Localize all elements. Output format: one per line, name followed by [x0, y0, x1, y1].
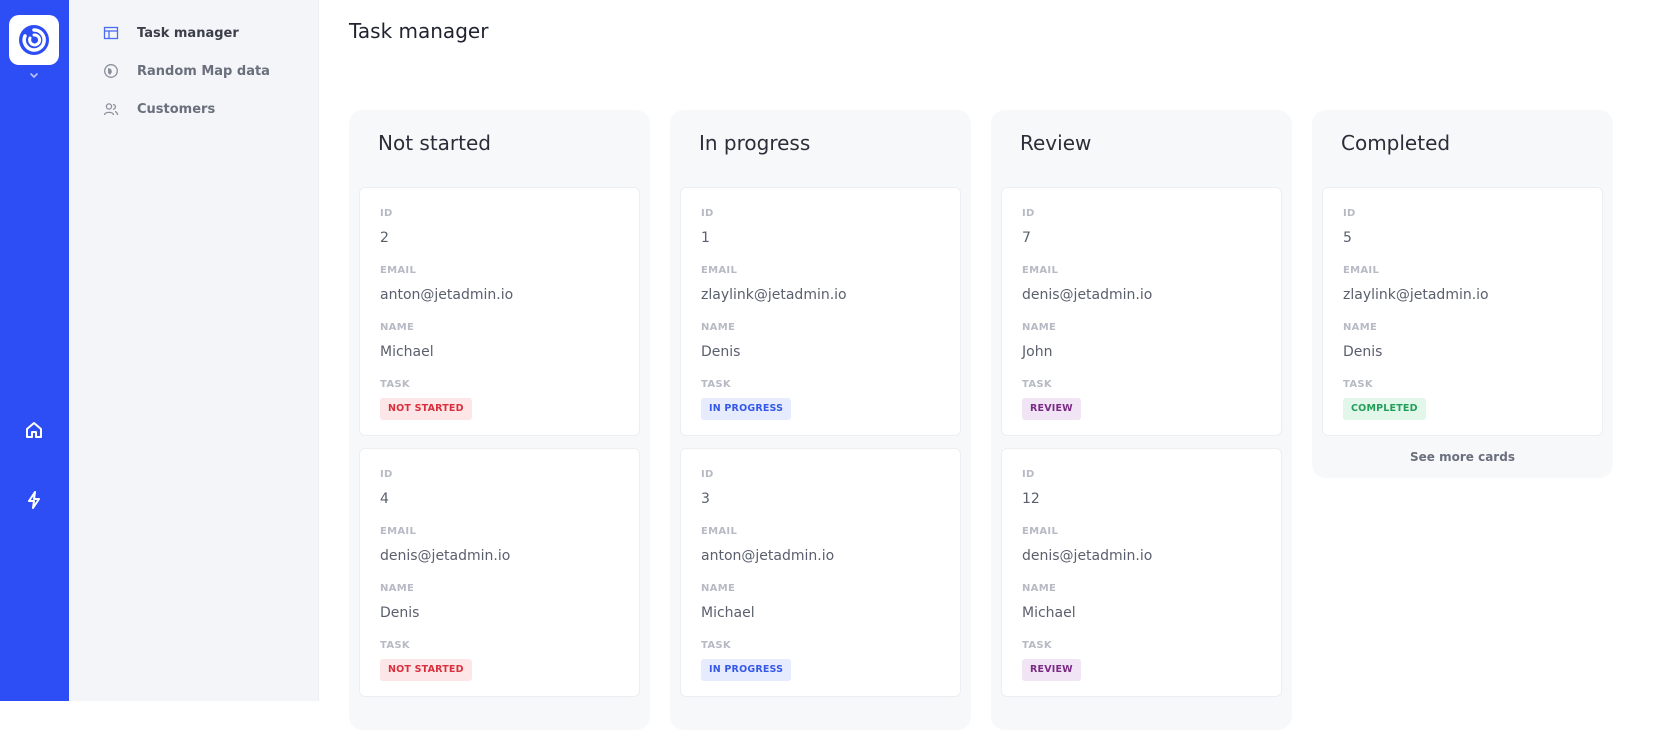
column-title: In progress	[699, 131, 811, 155]
column-title: Review	[1020, 131, 1092, 155]
task-label: TASK	[1343, 379, 1373, 390]
email-value: anton@jetadmin.io	[701, 548, 835, 564]
id-label: ID	[701, 208, 714, 219]
status-badge: NOT STARTED	[380, 659, 472, 681]
task-label: TASK	[380, 379, 410, 390]
task-card[interactable]: ID 12 EMAIL denis@jetadmin.io NAME Michael TAS…	[1001, 448, 1282, 697]
task-label: TASK	[380, 640, 410, 651]
email-label: EMAIL	[380, 265, 417, 276]
task-card[interactable]: ID 5 EMAIL zlaylink@jetadmin.io NAME Denis TAS…	[1322, 187, 1603, 436]
name-value: Denis	[380, 605, 420, 621]
column-title: Completed	[1341, 131, 1451, 155]
status-badge: REVIEW	[1022, 659, 1081, 681]
kanban-column: Review ID 7 EMAIL denis@jetadmin.io NAME John T…	[991, 110, 1292, 730]
see-more-cards-link[interactable]: See more cards	[1312, 450, 1613, 464]
task-card[interactable]: ID 1 EMAIL zlaylink@jetadmin.io NAME Denis TAS…	[680, 187, 961, 436]
status-badge: NOT STARTED	[380, 398, 472, 420]
name-value: Denis	[701, 344, 741, 360]
name-label: NAME	[380, 322, 415, 333]
lightning-icon[interactable]	[24, 490, 44, 510]
name-value: Michael	[1022, 605, 1076, 621]
sidebar-item-task-manager[interactable]: Task manager	[103, 22, 239, 44]
app-logo[interactable]	[9, 15, 59, 65]
sidebar: Task manager Random Map data Customers	[69, 0, 319, 701]
id-value: 5	[1343, 230, 1352, 246]
task-label: TASK	[701, 379, 731, 390]
name-value: Michael	[701, 605, 755, 621]
name-label: NAME	[1343, 322, 1378, 333]
id-label: ID	[1343, 208, 1356, 219]
email-label: EMAIL	[1343, 265, 1380, 276]
page-title: Task manager	[349, 19, 489, 43]
name-label: NAME	[1022, 583, 1057, 594]
name-label: NAME	[701, 583, 736, 594]
status-badge: IN PROGRESS	[701, 659, 792, 681]
id-value: 2	[380, 230, 389, 246]
email-value: denis@jetadmin.io	[1022, 287, 1153, 303]
email-value: zlaylink@jetadmin.io	[1343, 287, 1489, 303]
email-value: denis@jetadmin.io	[380, 548, 511, 564]
task-label: TASK	[1022, 640, 1052, 651]
id-label: ID	[380, 469, 393, 480]
email-label: EMAIL	[701, 265, 738, 276]
email-value: denis@jetadmin.io	[1022, 548, 1153, 564]
id-label: ID	[701, 469, 714, 480]
id-value: 1	[701, 230, 710, 246]
status-badge: COMPLETED	[1343, 398, 1426, 420]
name-value: Michael	[380, 344, 434, 360]
id-label: ID	[380, 208, 393, 219]
name-label: NAME	[701, 322, 736, 333]
sidebar-item-random-map-data[interactable]: Random Map data	[103, 60, 270, 82]
id-value: 3	[701, 491, 710, 507]
chevron-down-icon[interactable]	[28, 71, 40, 81]
id-value: 4	[380, 491, 389, 507]
status-badge: REVIEW	[1022, 398, 1081, 420]
id-label: ID	[1022, 208, 1035, 219]
id-value: 12	[1022, 491, 1040, 507]
sidebar-item-label: Random Map data	[137, 63, 270, 79]
users-icon	[103, 103, 119, 116]
main-content: Task manager Not started ID 2 EMAIL anton@je…	[319, 0, 1661, 730]
name-label: NAME	[380, 583, 415, 594]
email-label: EMAIL	[380, 526, 417, 537]
email-label: EMAIL	[1022, 526, 1059, 537]
email-label: EMAIL	[1022, 265, 1059, 276]
app-logo-icon	[19, 25, 49, 55]
kanban-column: Completed ID 5 EMAIL zlaylink@jetadmin.io NAM…	[1312, 110, 1613, 478]
email-value: anton@jetadmin.io	[380, 287, 514, 303]
id-value: 7	[1022, 230, 1031, 246]
id-label: ID	[1022, 469, 1035, 480]
task-card[interactable]: ID 3 EMAIL anton@jetadmin.io NAME Michael TASK…	[680, 448, 961, 697]
table-icon	[103, 26, 119, 40]
email-label: EMAIL	[701, 526, 738, 537]
status-badge: IN PROGRESS	[701, 398, 792, 420]
sidebar-item-label: Task manager	[137, 25, 239, 41]
column-title: Not started	[378, 131, 491, 155]
name-value: Denis	[1343, 344, 1383, 360]
task-card[interactable]: ID 4 EMAIL denis@jetadmin.io NAME Denis TASK NO…	[359, 448, 640, 697]
kanban-column: In progress ID 1 EMAIL zlaylink@jetadmin.io N…	[670, 110, 971, 730]
task-label: TASK	[701, 640, 731, 651]
sidebar-item-label: Customers	[137, 101, 216, 117]
name-label: NAME	[1022, 322, 1057, 333]
email-value: zlaylink@jetadmin.io	[701, 287, 847, 303]
name-value: John	[1022, 344, 1053, 360]
sidebar-item-customers[interactable]: Customers	[103, 98, 215, 120]
kanban-column: Not started ID 2 EMAIL anton@jetadmin.io NAME…	[349, 110, 650, 730]
globe-icon	[104, 64, 118, 78]
home-icon[interactable]	[24, 420, 44, 440]
task-card[interactable]: ID 7 EMAIL denis@jetadmin.io NAME John TASK REV…	[1001, 187, 1282, 436]
app-rail	[0, 0, 69, 701]
task-card[interactable]: ID 2 EMAIL anton@jetadmin.io NAME Michael TASK…	[359, 187, 640, 436]
task-label: TASK	[1022, 379, 1052, 390]
